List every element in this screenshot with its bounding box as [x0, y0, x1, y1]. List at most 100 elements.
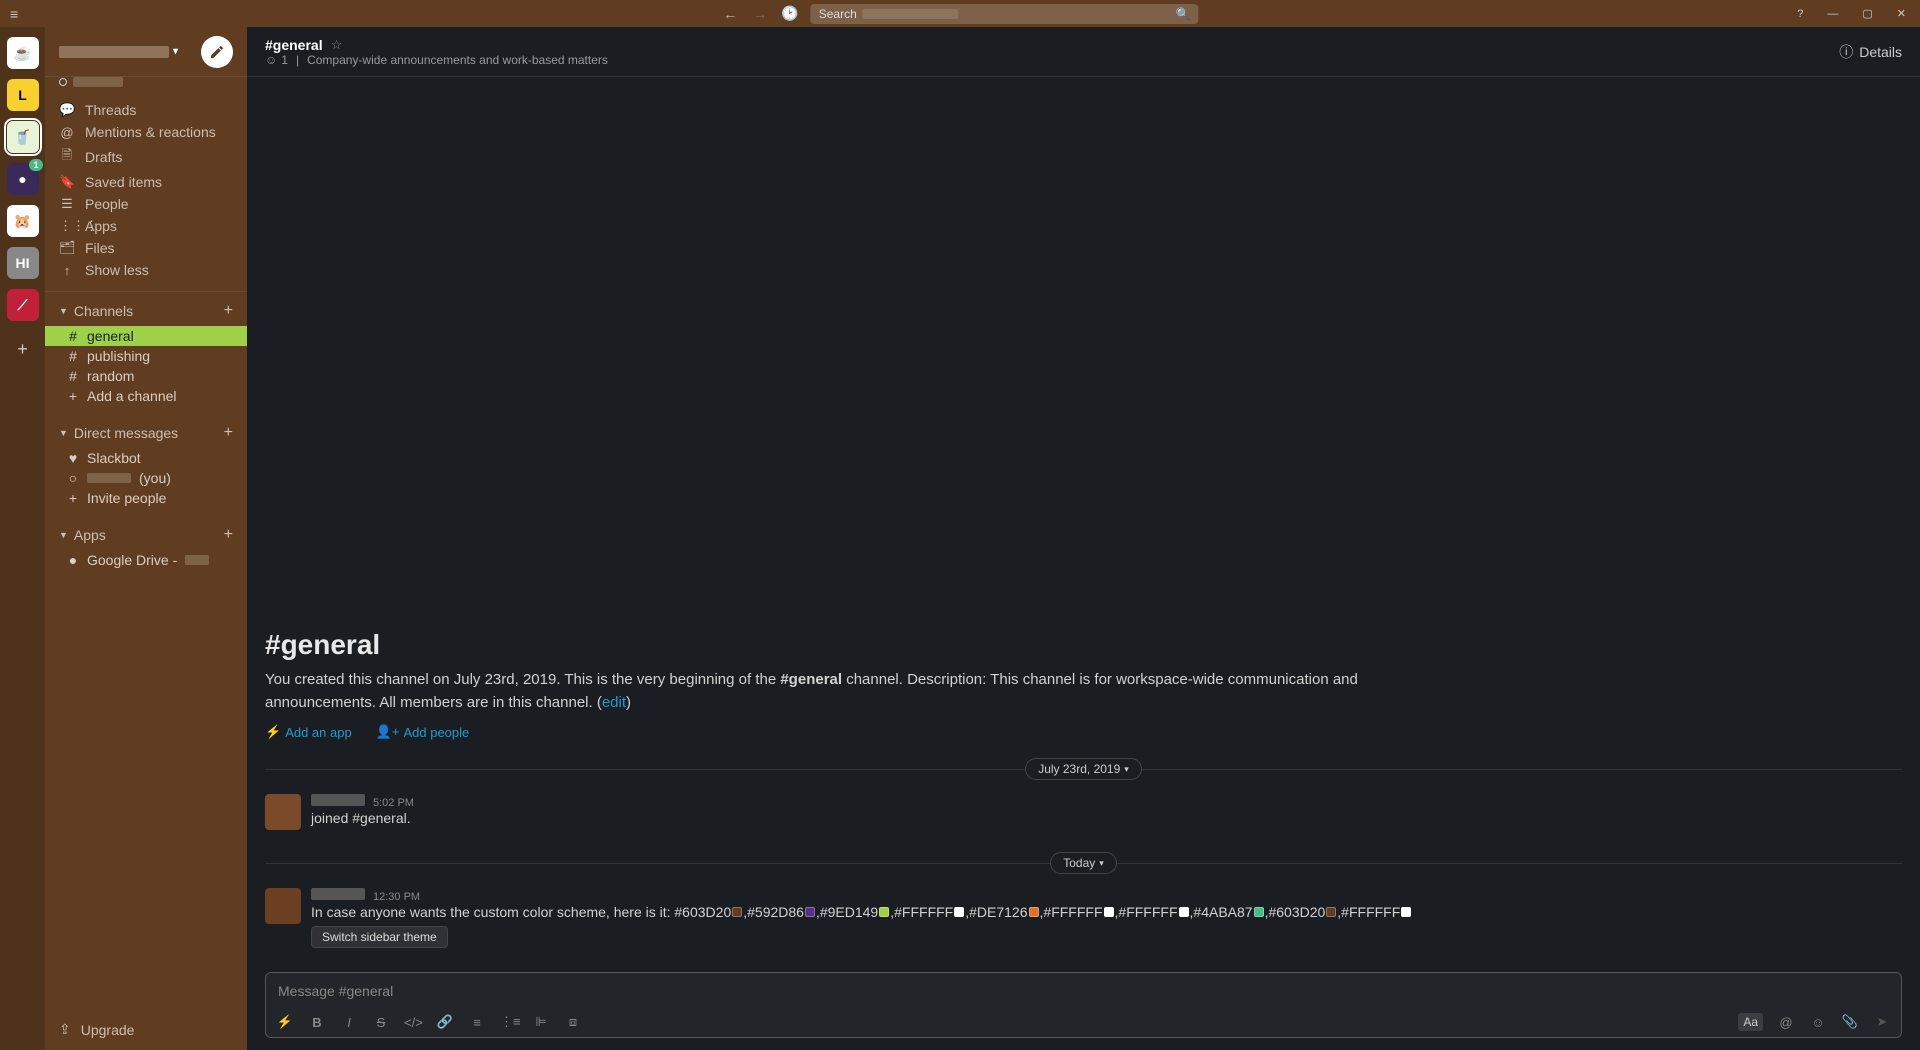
forward-arrow-icon[interactable]: →	[751, 4, 769, 24]
link-icon[interactable]: 🔗	[436, 1014, 454, 1030]
upgrade-link[interactable]: ⇪ Upgrade	[45, 1009, 247, 1050]
workspace-icon[interactable]: ●1	[7, 163, 39, 195]
details-button[interactable]: ⓘ Details	[1839, 42, 1902, 62]
workspace-icon[interactable]: ☕	[7, 37, 39, 69]
hash-icon: #	[67, 368, 79, 384]
sidebar-item-drafts[interactable]: 🗎Drafts	[45, 143, 247, 171]
search-input[interactable]: Search 🔍	[811, 4, 1199, 24]
ordered-list-icon[interactable]: ≡	[468, 1015, 486, 1030]
username-redacted	[311, 888, 365, 900]
switch-theme-button[interactable]: Switch sidebar theme	[311, 926, 448, 948]
rocket-icon: ⇪	[59, 1021, 71, 1038]
message-time: 12:30 PM	[373, 891, 420, 903]
close-icon[interactable]: ✕	[1893, 3, 1910, 24]
sidebar: ▾ 💬Threads@Mentions & reactions🗎Drafts🔖S…	[45, 27, 247, 1050]
history-icon[interactable]: 🕑	[781, 5, 798, 22]
sidebar-item-people[interactable]: ☰People	[45, 193, 247, 215]
apps-header[interactable]: ▼ Apps +	[45, 520, 247, 550]
avatar[interactable]	[265, 794, 301, 830]
workspace-header[interactable]: ▾	[45, 27, 247, 77]
sidebar-item-threads[interactable]: 💬Threads	[45, 99, 247, 121]
mention-icon[interactable]: @	[1777, 1015, 1795, 1030]
message-row[interactable]: 12:30 PM In case anyone wants the custom…	[265, 884, 1902, 952]
sidebar-item-files[interactable]: 🗂Files	[45, 237, 247, 259]
username-redacted	[311, 794, 365, 806]
add-dm-icon[interactable]: +	[224, 424, 233, 442]
workspace-icon[interactable]: ⟋	[7, 289, 39, 321]
minimize-icon[interactable]: —	[1823, 4, 1842, 24]
date-pill[interactable]: July 23rd, 2019 ▾	[1025, 758, 1142, 780]
members-icon[interactable]: ☺ 1	[265, 53, 288, 67]
workspace-icon[interactable]: 🥤	[7, 121, 39, 153]
sidebar-icon: 🔖	[59, 174, 75, 190]
channel-topic[interactable]: Company-wide announcements and work-base…	[307, 53, 608, 67]
sidebar-item-mentions-reactions[interactable]: @Mentions & reactions	[45, 121, 247, 143]
format-toggle-icon[interactable]: Aa	[1738, 1013, 1763, 1031]
add-people-link[interactable]: 👤+Add people	[376, 724, 470, 740]
compose-button[interactable]	[201, 36, 233, 68]
app-google-drive[interactable]: ● Google Drive -	[45, 550, 247, 570]
date-separator: Today ▾	[265, 852, 1902, 874]
welcome-body: You created this channel on July 23rd, 2…	[265, 669, 1465, 714]
star-icon[interactable]: ☆	[331, 37, 343, 53]
dm-slackbot[interactable]: ♥ Slackbot	[45, 448, 247, 468]
emoji-icon[interactable]: ☺	[1809, 1015, 1827, 1030]
message-row[interactable]: 5:02 PM joined #general.	[265, 790, 1902, 834]
color-swatch	[879, 907, 889, 917]
help-icon[interactable]: ?	[1793, 4, 1807, 24]
sidebar-item-saved-items[interactable]: 🔖Saved items	[45, 171, 247, 193]
channel-welcome: #general You created this channel on Jul…	[265, 629, 1902, 740]
app-dot-icon: ●	[67, 552, 79, 568]
dm-self[interactable]: ○ (you)	[45, 468, 247, 488]
presence-row[interactable]	[45, 77, 247, 93]
sidebar-icon: 💬	[59, 102, 75, 118]
bold-icon[interactable]: B	[308, 1015, 326, 1030]
code-icon[interactable]: </>	[404, 1015, 422, 1030]
dm-header[interactable]: ▼ Direct messages +	[45, 418, 247, 448]
add-channel-icon[interactable]: +	[224, 302, 233, 320]
codeblock-icon[interactable]: ⧈	[564, 1014, 582, 1030]
invite-people-link[interactable]: + Invite people	[45, 488, 247, 508]
channel-publishing[interactable]: #publishing	[45, 346, 247, 366]
color-swatch	[732, 907, 742, 917]
sidebar-item-apps[interactable]: ⋮⋮⋮Apps	[45, 215, 247, 237]
color-swatch	[1029, 907, 1039, 917]
date-pill[interactable]: Today ▾	[1050, 852, 1117, 874]
app-redacted	[185, 555, 209, 565]
chevron-down-icon: ▾	[1124, 764, 1129, 775]
message-input[interactable]: Message #general	[266, 973, 1901, 1009]
message-time: 5:02 PM	[373, 797, 414, 809]
workspace-rail: ☕ L 🥤 ●1 🐹 HI ⟋ +	[0, 27, 45, 1050]
add-app-link[interactable]: ⚡Add an app	[265, 724, 352, 740]
channels-header[interactable]: ▼ Channels +	[45, 296, 247, 326]
sidebar-item-show-less[interactable]: ↑Show less	[45, 259, 247, 281]
add-app-icon[interactable]: +	[224, 526, 233, 544]
channel-random[interactable]: #random	[45, 366, 247, 386]
lightning-icon[interactable]: ⚡	[276, 1014, 294, 1030]
sidebar-icon: 🗎	[59, 146, 75, 168]
welcome-title: #general	[265, 629, 1902, 661]
workspace-icon[interactable]: 🐹	[7, 205, 39, 237]
maximize-icon[interactable]: ▢	[1858, 3, 1876, 24]
avatar[interactable]	[265, 888, 301, 924]
bullet-list-icon[interactable]: ⋮≡	[500, 1014, 518, 1030]
caret-down-icon: ▼	[59, 530, 68, 540]
message-composer: Message #general ⚡ B I S </> 🔗 ≡ ⋮≡ ⊫ ⧈ …	[265, 972, 1902, 1038]
channel-general[interactable]: #general	[45, 326, 247, 346]
send-icon[interactable]: ➤	[1873, 1014, 1891, 1030]
date-separator: July 23rd, 2019 ▾	[265, 758, 1902, 780]
strike-icon[interactable]: S	[372, 1015, 390, 1030]
quote-icon[interactable]: ⊫	[532, 1014, 550, 1030]
messages-pane[interactable]: #general You created this channel on Jul…	[247, 77, 1920, 972]
italic-icon[interactable]: I	[340, 1015, 358, 1030]
workspace-icon[interactable]: L	[7, 79, 39, 111]
back-arrow-icon[interactable]: ←	[721, 4, 739, 24]
channel-title[interactable]: #general	[265, 37, 323, 53]
hamburger-icon[interactable]: ≡	[10, 6, 18, 22]
workspace-icon[interactable]: HI	[7, 247, 39, 279]
color-swatch	[1104, 907, 1114, 917]
edit-description-link[interactable]: edit	[602, 694, 626, 711]
add-channel-link[interactable]: + Add a channel	[45, 386, 247, 406]
add-workspace-icon[interactable]: +	[17, 339, 28, 360]
attach-icon[interactable]: 📎	[1841, 1014, 1859, 1030]
